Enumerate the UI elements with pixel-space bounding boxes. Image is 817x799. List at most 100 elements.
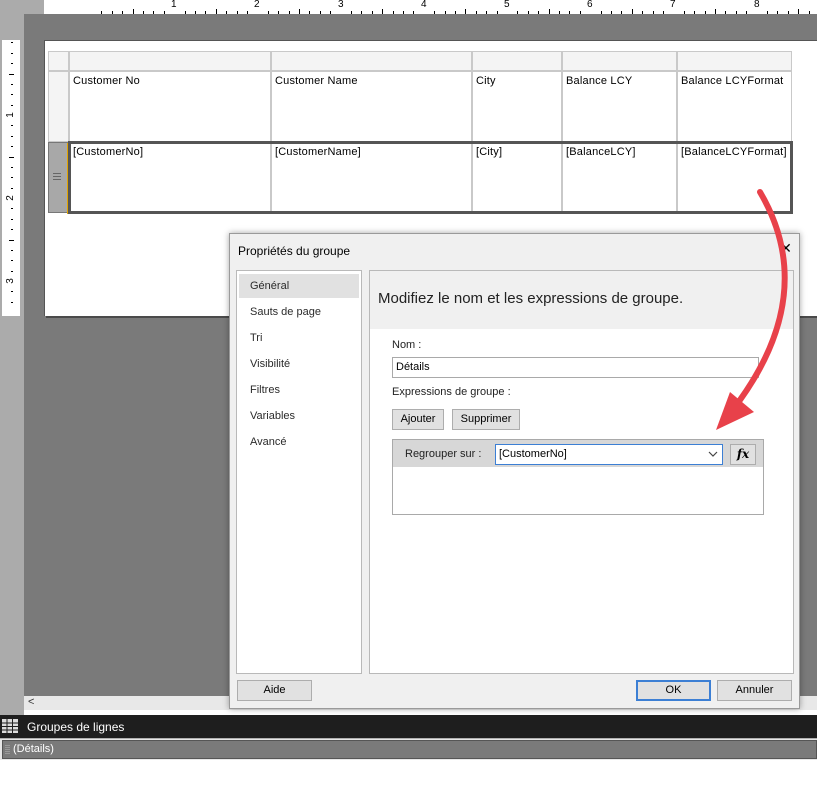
ruler-tick bbox=[289, 11, 290, 14]
ruler-tick bbox=[684, 11, 685, 14]
ruler-tick bbox=[11, 146, 13, 147]
ruler-tick bbox=[247, 11, 248, 14]
ruler-number: 2 bbox=[4, 195, 16, 201]
nav-item-sorting[interactable]: Tri bbox=[239, 326, 359, 350]
ruler-tick bbox=[153, 11, 154, 14]
header-row-handle[interactable] bbox=[48, 71, 69, 142]
group-expression-row: Regrouper sur : [CustomerNo] fx bbox=[393, 440, 763, 467]
ruler-tick bbox=[112, 11, 113, 14]
ruler-tick bbox=[434, 11, 435, 14]
ruler-number: 4 bbox=[421, 0, 427, 10]
ruler-tick bbox=[767, 11, 768, 14]
name-input[interactable]: Détails bbox=[392, 357, 759, 378]
detail-cell-customer-name[interactable]: [CustomerName] bbox=[271, 142, 472, 213]
scroll-left-icon[interactable]: < bbox=[28, 696, 34, 708]
ruler-tick bbox=[11, 167, 13, 168]
table-grid-icon bbox=[2, 719, 18, 733]
dialog-nav: Général Sauts de page Tri Visibilité Fil… bbox=[236, 270, 362, 674]
close-icon[interactable]: ✕ bbox=[778, 240, 794, 256]
details-group-item[interactable]: (Détails) bbox=[2, 740, 817, 759]
ruler-number: 3 bbox=[338, 0, 344, 10]
ruler-tick bbox=[476, 11, 477, 14]
ruler-tick bbox=[694, 11, 695, 14]
detail-cell-customer-no[interactable]: [CustomerNo] bbox=[69, 142, 271, 213]
detail-cell-balance-lcy[interactable]: [BalanceLCY] bbox=[562, 142, 677, 213]
ruler-number: 6 bbox=[587, 0, 593, 10]
ruler-tick bbox=[497, 11, 498, 14]
nav-item-variables[interactable]: Variables bbox=[239, 404, 359, 428]
header-cell-balance-lcy-format[interactable]: Balance LCYFormat bbox=[677, 71, 792, 142]
header-cell-city[interactable]: City bbox=[472, 71, 562, 142]
chevron-down-icon[interactable] bbox=[708, 451, 718, 458]
row-groups-panel-header: Groupes de lignes bbox=[0, 715, 817, 738]
column-handle[interactable] bbox=[271, 51, 472, 71]
header-cell-customer-name[interactable]: Customer Name bbox=[271, 71, 472, 142]
delete-button[interactable]: Supprimer bbox=[452, 409, 520, 430]
ruler-tick bbox=[798, 9, 799, 14]
vertical-ruler: 1 2 3 bbox=[2, 40, 20, 316]
drag-grip-icon bbox=[5, 745, 10, 754]
column-handle[interactable] bbox=[562, 51, 677, 71]
expression-fx-button[interactable]: fx bbox=[730, 444, 756, 465]
details-row-handle[interactable] bbox=[48, 142, 70, 214]
dialog-title: Propriétés du groupe bbox=[238, 244, 351, 258]
ruler-tick bbox=[559, 11, 560, 14]
column-handle[interactable] bbox=[677, 51, 792, 71]
ruler-number: 7 bbox=[670, 0, 676, 10]
details-group-label: (Détails) bbox=[13, 743, 54, 755]
ruler-tick bbox=[101, 11, 102, 14]
column-handle[interactable] bbox=[69, 51, 271, 71]
ruler-number: 3 bbox=[4, 278, 16, 284]
ruler-tick bbox=[455, 11, 456, 14]
add-button[interactable]: Ajouter bbox=[392, 409, 444, 430]
ruler-tick bbox=[486, 11, 487, 14]
header-cell-customer-no[interactable]: Customer No bbox=[69, 71, 271, 142]
column-handle[interactable] bbox=[472, 51, 562, 71]
ruler-tick bbox=[632, 9, 633, 14]
ok-button[interactable]: OK bbox=[636, 680, 711, 701]
header-cell-balance-lcy[interactable]: Balance LCY bbox=[562, 71, 677, 142]
ruler-tick bbox=[11, 219, 13, 220]
group-properties-dialog: Propriétés du groupe ✕ Général Sauts de … bbox=[229, 233, 800, 709]
ruler-tick bbox=[725, 11, 726, 14]
ruler-tick bbox=[11, 208, 13, 209]
ruler-tick bbox=[237, 11, 238, 14]
ruler-tick bbox=[320, 11, 321, 14]
ruler-tick bbox=[538, 11, 539, 14]
ruler-tick bbox=[361, 11, 362, 14]
nav-item-advanced[interactable]: Avancé bbox=[239, 430, 359, 454]
ruler-tick bbox=[133, 9, 134, 14]
help-button[interactable]: Aide bbox=[237, 680, 312, 701]
detail-cell-city[interactable]: [City] bbox=[472, 142, 562, 213]
tablix-corner-handle[interactable] bbox=[48, 51, 69, 71]
ruler-tick bbox=[11, 260, 13, 261]
ruler-tick bbox=[309, 11, 310, 14]
tablix[interactable]: Customer No Customer Name City Balance L… bbox=[48, 51, 793, 214]
group-on-value: [CustomerNo] bbox=[499, 448, 567, 460]
nav-item-visibility[interactable]: Visibilité bbox=[239, 352, 359, 376]
ruler-tick bbox=[705, 11, 706, 14]
ruler-tick bbox=[382, 9, 383, 14]
ruler-tick bbox=[528, 11, 529, 14]
ruler-tick bbox=[549, 9, 550, 14]
nav-item-page-breaks[interactable]: Sauts de page bbox=[239, 300, 359, 324]
ruler-tick bbox=[11, 271, 13, 272]
detail-cell-balance-lcy-format[interactable]: [BalanceLCYFormat] bbox=[677, 142, 792, 213]
group-on-select[interactable]: [CustomerNo] bbox=[495, 444, 723, 465]
nav-item-filters[interactable]: Filtres bbox=[239, 378, 359, 402]
nav-item-general[interactable]: Général bbox=[239, 274, 359, 298]
cancel-button[interactable]: Annuler bbox=[717, 680, 792, 701]
ruler-tick bbox=[299, 9, 300, 14]
content-header: Modifiez le nom et les expressions de gr… bbox=[370, 271, 793, 329]
ruler-tick bbox=[122, 11, 123, 14]
ruler-tick bbox=[216, 9, 217, 14]
ruler-tick bbox=[11, 229, 13, 230]
ruler-number: 5 bbox=[504, 0, 510, 10]
ruler-tick bbox=[195, 11, 196, 14]
dialog-content: Modifiez le nom et les expressions de gr… bbox=[369, 270, 794, 674]
group-expressions-label: Expressions de groupe : bbox=[392, 386, 511, 398]
ruler-tick bbox=[777, 11, 778, 14]
ruler-tick bbox=[445, 11, 446, 14]
ruler-tick bbox=[621, 11, 622, 14]
ruler-tick bbox=[788, 11, 789, 14]
